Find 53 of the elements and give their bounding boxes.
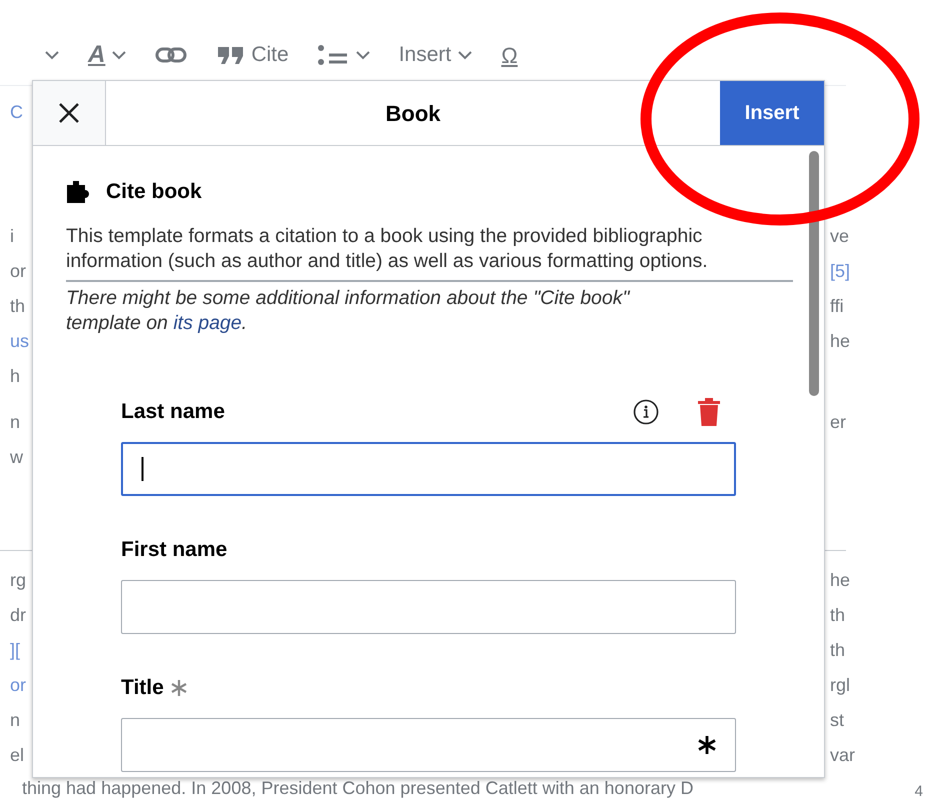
link-fragment[interactable]: us (0, 324, 32, 359)
link-fragment[interactable]: [5] (830, 254, 850, 289)
text-fragment: ffi (830, 295, 844, 318)
text-fragment: th (9, 295, 26, 318)
text-fragment: or (9, 260, 28, 283)
text-fragment: ve (830, 225, 850, 248)
input-field[interactable] (121, 442, 736, 496)
text-fragment: dr (9, 604, 28, 627)
text-fragment: n (9, 411, 22, 434)
text-fragment: he (830, 330, 850, 353)
insert-menu-button[interactable]: Insert (384, 38, 488, 72)
text-fragment: i (9, 225, 15, 248)
link-icon (155, 45, 190, 65)
close-button[interactable] (33, 81, 106, 145)
field-label: Last name (121, 398, 225, 425)
template-name: Cite book (106, 179, 202, 205)
insert-button[interactable]: Insert (720, 81, 824, 145)
trash-icon[interactable] (697, 396, 721, 426)
page-link[interactable]: its page (173, 312, 242, 334)
text-fragment: er (830, 411, 846, 434)
page-number: 4 (914, 782, 923, 801)
quote-icon (217, 45, 246, 65)
link-fragment[interactable]: ][ (0, 633, 32, 668)
cite-button[interactable]: Cite (203, 38, 303, 72)
template-description: This template formats a citation to a book using the provided bibliographic information (such as author and title) as well as various formatting options. (66, 224, 709, 274)
template-note: There might be some additional information about the "Cite book" template on its page. (66, 286, 631, 336)
text-style-button[interactable]: A (74, 38, 142, 72)
field-label: First name (121, 536, 228, 563)
asterisk-icon (697, 734, 717, 754)
input-field[interactable] (121, 580, 736, 634)
text-fragment: th (830, 604, 846, 627)
text-fragment: he (830, 569, 850, 592)
text-fragment: n (9, 709, 22, 732)
special-character-button[interactable]: Ω (487, 38, 532, 72)
text-fragment: el (9, 744, 26, 767)
link-fragment[interactable]: C (0, 95, 32, 130)
scrollbar-thumb[interactable] (809, 151, 819, 396)
bulleted-list-icon (316, 44, 349, 66)
text-fragment: rg (9, 569, 28, 592)
text-fragment: st (830, 709, 844, 732)
text-fragment: var (830, 744, 856, 767)
field-label: Title (121, 674, 164, 701)
article-text: thing had happened. In 2008, President Cohon presented Catlett with an honorary D (21, 777, 694, 800)
input-field[interactable] (121, 718, 736, 772)
info-icon[interactable] (633, 398, 659, 424)
text-fragment: rgl (830, 674, 850, 697)
text-fragment: th (830, 639, 846, 662)
text-cursor-icon (141, 456, 144, 480)
dialog-title: Book (386, 100, 440, 128)
link-fragment[interactable]: or (0, 668, 32, 703)
text-fragment: w (9, 446, 24, 469)
close-icon (58, 102, 80, 124)
text-fragment: h (9, 365, 22, 388)
